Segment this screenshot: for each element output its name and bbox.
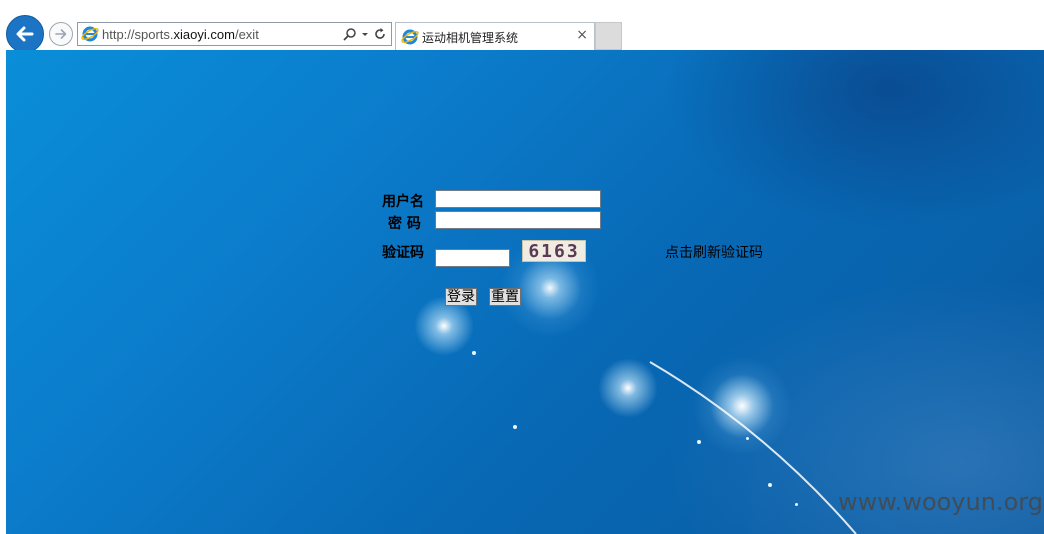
- address-url[interactable]: http://sports.xiaoyi.com/exit: [102, 27, 259, 42]
- browser-chrome: http://sports.xiaoyi.com/exit 运动相机管理系统 ×: [0, 0, 1044, 53]
- captcha-input[interactable]: [435, 249, 510, 267]
- tab-title: 运动相机管理系统: [422, 31, 519, 45]
- captcha-image[interactable]: 6163: [522, 240, 586, 262]
- captcha-code: 6163: [528, 240, 580, 262]
- login-button[interactable]: 登录: [445, 288, 477, 306]
- forward-button[interactable]: [49, 22, 73, 46]
- dropdown-icon[interactable]: [361, 27, 369, 41]
- close-icon[interactable]: ×: [576, 27, 588, 43]
- new-tab-button[interactable]: [595, 22, 622, 50]
- login-form: 用户名 密 码 验证码 6163 点击刷新验证码 登录 重置: [6, 50, 1044, 534]
- refresh-captcha-link[interactable]: 点击刷新验证码: [665, 242, 763, 262]
- ie-logo-icon: [81, 26, 99, 42]
- password-label: 密 码: [388, 216, 421, 232]
- password-input[interactable]: [435, 211, 601, 229]
- back-arrow-icon: [16, 26, 34, 42]
- ie-logo-icon: [401, 29, 419, 45]
- watermark-text: www.wooyun.org: [838, 488, 1043, 516]
- username-label: 用户名: [382, 194, 424, 210]
- browser-tab[interactable]: 运动相机管理系统 ×: [395, 22, 595, 50]
- search-icon[interactable]: [343, 27, 357, 41]
- reset-button[interactable]: 重置: [489, 288, 521, 306]
- address-prefix: http://sports.: [102, 27, 174, 42]
- refresh-icon[interactable]: [373, 27, 387, 41]
- forward-arrow-icon: [55, 29, 67, 39]
- address-bar[interactable]: http://sports.xiaoyi.com/exit: [77, 22, 392, 46]
- username-input[interactable]: [435, 190, 601, 208]
- page-content: 用户名 密 码 验证码 6163 点击刷新验证码 登录 重置 www.wooyu…: [6, 50, 1044, 534]
- back-button[interactable]: [6, 15, 44, 53]
- captcha-label: 验证码: [382, 245, 424, 261]
- address-host: xiaoyi.com: [173, 27, 235, 42]
- address-suffix: /exit: [234, 27, 259, 42]
